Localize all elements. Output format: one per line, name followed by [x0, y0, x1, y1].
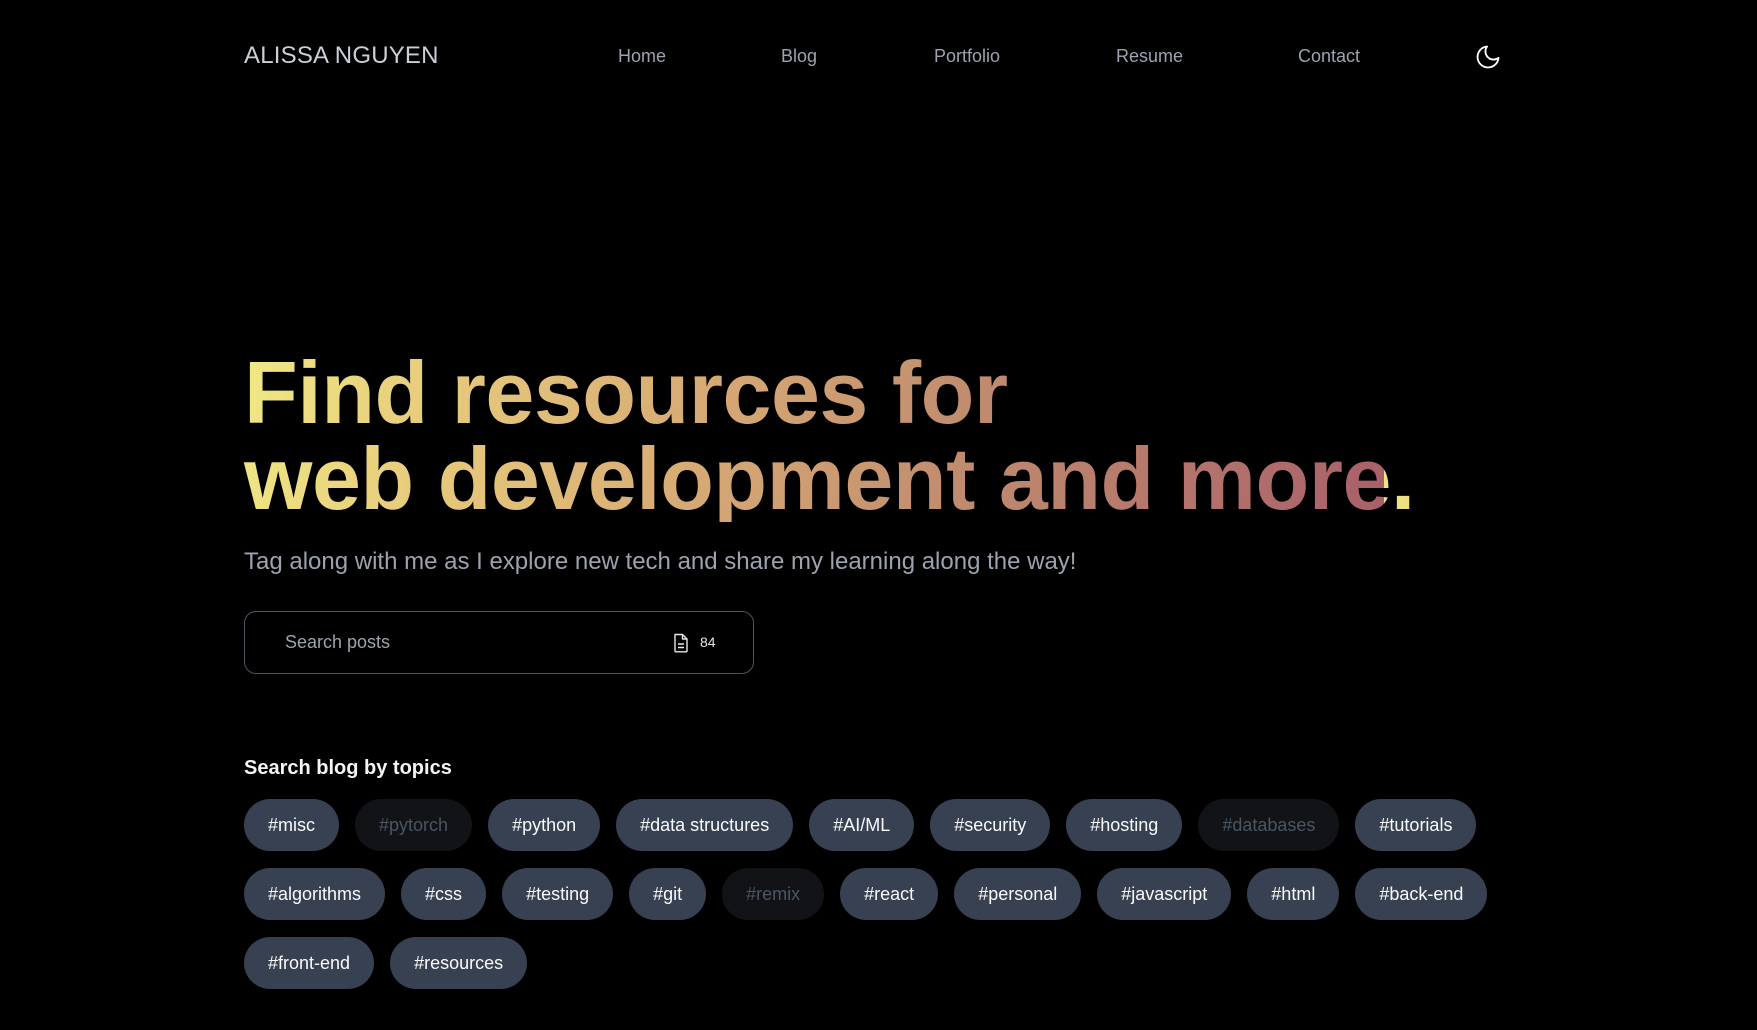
- topic-tag-git[interactable]: #git: [629, 868, 707, 920]
- search-box: 84: [244, 611, 754, 674]
- topics-heading: Search blog by topics: [244, 757, 452, 779]
- nav-link-resume[interactable]: Resume: [1116, 46, 1183, 67]
- topic-tag-misc[interactable]: #misc: [244, 799, 340, 851]
- document-icon: [674, 633, 688, 653]
- hero-title: Find resources for web development and m…: [244, 350, 1415, 522]
- site-brand[interactable]: ALISSA NGUYEN: [244, 42, 439, 70]
- topic-tag-databases: #databases: [1198, 799, 1340, 851]
- topic-tag-remix: #remix: [722, 868, 825, 920]
- topic-tag-css[interactable]: #css: [401, 868, 487, 920]
- site-header: ALISSA NGUYEN Home Blog Portfolio Resume…: [0, 0, 1757, 114]
- topic-tag-algorithms[interactable]: #algorithms: [244, 868, 386, 920]
- topic-tag-python[interactable]: #python: [488, 799, 601, 851]
- nav-link-contact[interactable]: Contact: [1298, 46, 1360, 67]
- topic-tag-hosting[interactable]: #hosting: [1066, 799, 1183, 851]
- theme-toggle-button[interactable]: [1474, 43, 1502, 71]
- topic-tag-ai-ml[interactable]: #AI/ML: [809, 799, 915, 851]
- topic-tag-html[interactable]: #html: [1247, 868, 1340, 920]
- topic-tag-javascript[interactable]: #javascript: [1097, 868, 1232, 920]
- topic-tag-testing[interactable]: #testing: [502, 868, 614, 920]
- topic-tag-react[interactable]: #react: [840, 868, 939, 920]
- nav-link-portfolio[interactable]: Portfolio: [934, 46, 1000, 67]
- search-input[interactable]: [285, 612, 645, 673]
- topic-tag-data-structures[interactable]: #data structures: [616, 799, 794, 851]
- topic-tag-pytorch: #pytorch: [355, 799, 473, 851]
- moon-icon: [1476, 45, 1500, 69]
- topic-tag-personal[interactable]: #personal: [954, 868, 1082, 920]
- topic-tags: #misc #pytorch #python #data structures #AI/…: [244, 799, 1534, 989]
- hero-title-line-1: Find resources for: [244, 343, 1008, 442]
- hero-title-line-2: web development and more.: [244, 429, 1415, 528]
- topic-tag-front-end[interactable]: #front-end: [244, 937, 375, 989]
- topic-tag-resources[interactable]: #resources: [390, 937, 528, 989]
- hero-subtitle: Tag along with me as I explore new tech …: [244, 548, 1077, 575]
- nav-link-home[interactable]: Home: [618, 46, 666, 67]
- topic-tag-back-end[interactable]: #back-end: [1355, 868, 1488, 920]
- topic-tag-security[interactable]: #security: [930, 799, 1051, 851]
- post-count: 84: [700, 634, 716, 650]
- topic-tag-tutorials[interactable]: #tutorials: [1355, 799, 1477, 851]
- nav-link-blog[interactable]: Blog: [781, 46, 817, 67]
